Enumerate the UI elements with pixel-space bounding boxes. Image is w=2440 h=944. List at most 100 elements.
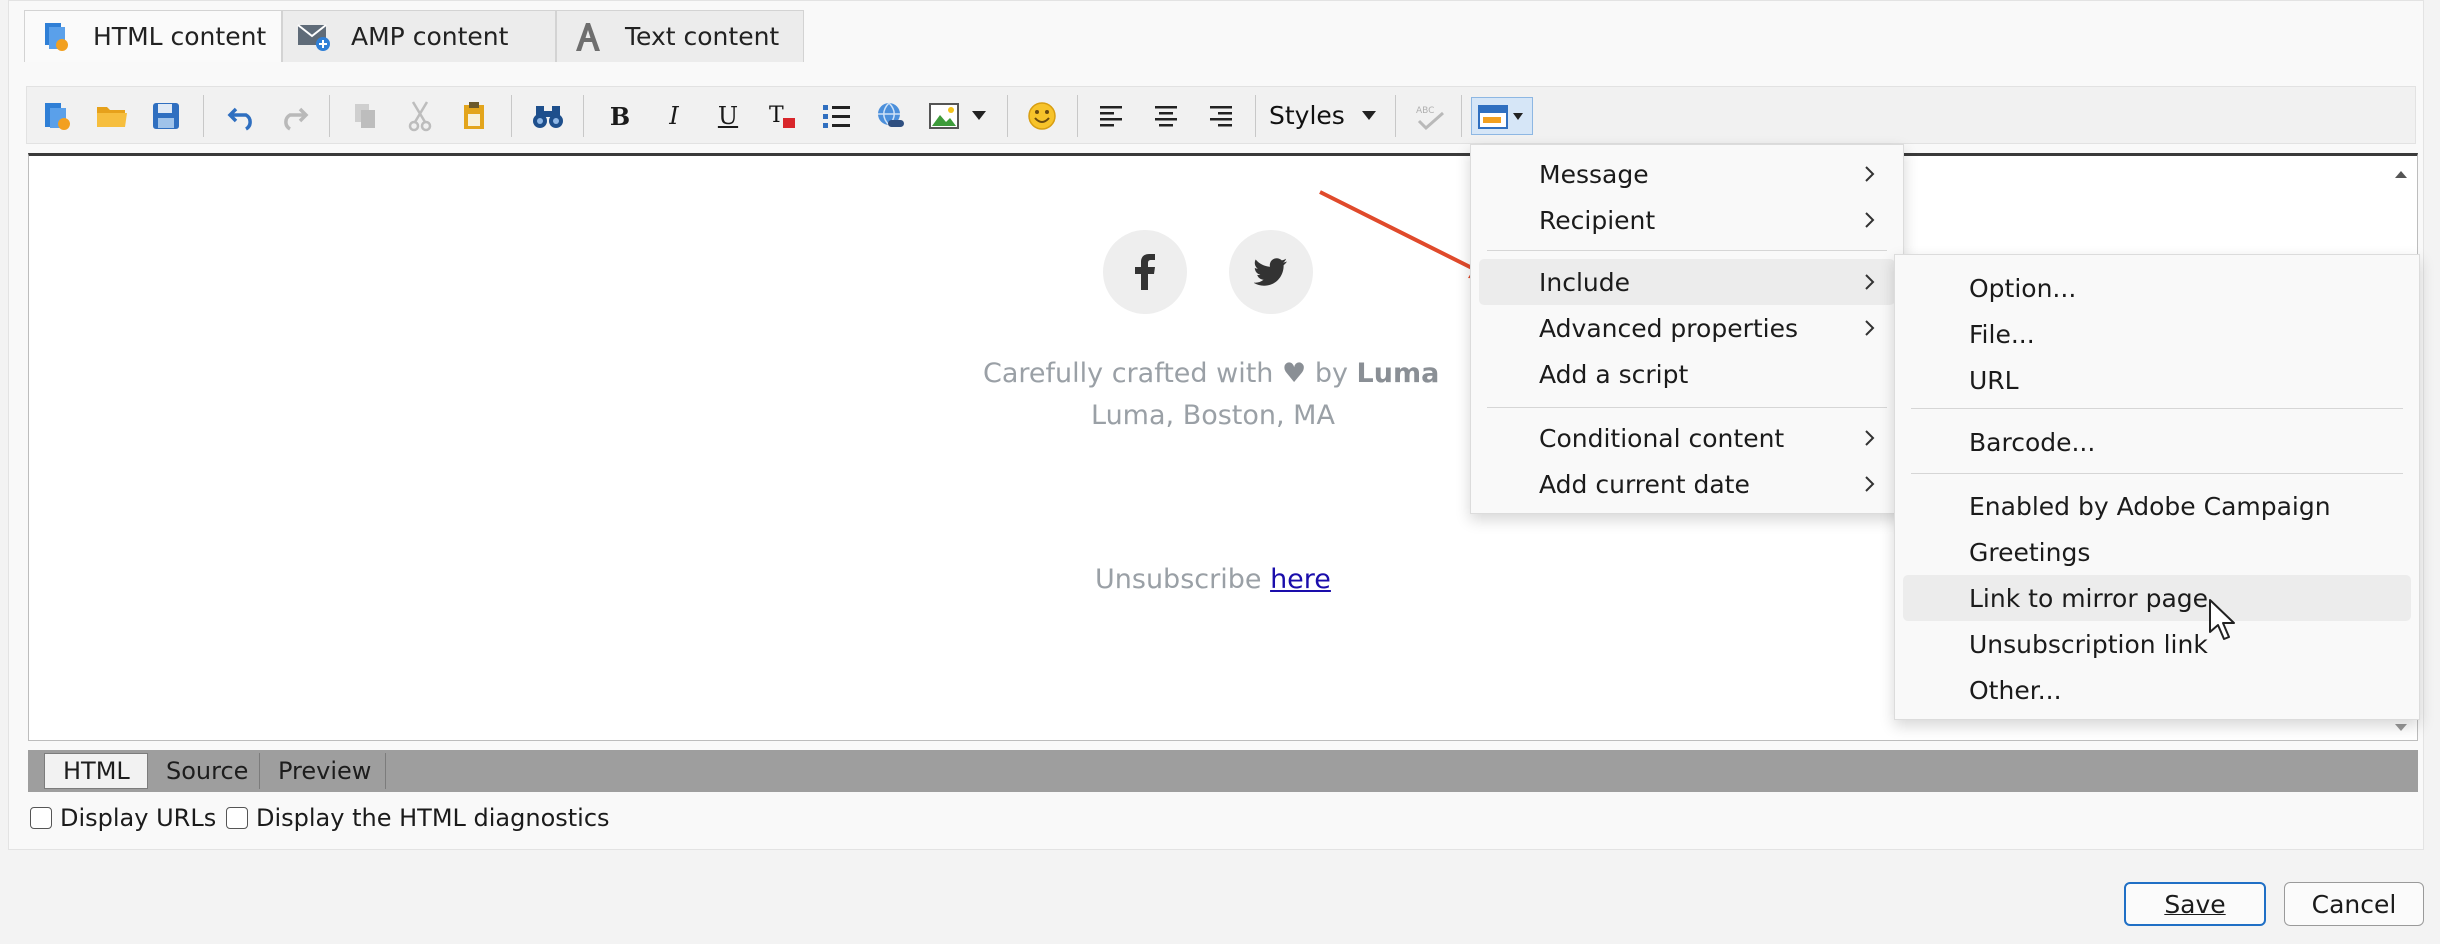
html-content-icon <box>39 20 73 54</box>
align-left-icon[interactable] <box>1093 97 1131 135</box>
toolbar-separator <box>1255 95 1256 137</box>
footer-address: Luma, Boston, MA <box>1091 400 1335 431</box>
heart-icon: ♥ <box>1282 358 1307 389</box>
tab-label: HTML content <box>93 22 267 51</box>
menu-item-label: URL <box>1969 365 2019 395</box>
insert-image-icon[interactable] <box>925 97 963 135</box>
checkbox-box[interactable] <box>226 807 248 829</box>
svg-text:T: T <box>769 103 784 128</box>
tab-text-content[interactable]: Text content <box>556 10 804 62</box>
chevron-right-icon <box>1865 430 1875 446</box>
tab-source[interactable]: Source <box>148 753 260 789</box>
menu-item-label: Barcode... <box>1969 427 2096 457</box>
display-html-diagnostics-checkbox[interactable]: Display the HTML diagnostics <box>226 804 610 832</box>
unsubscribe-link[interactable]: here <box>1270 564 1331 595</box>
menu-item-label: Add current date <box>1539 469 1750 499</box>
footer-crafted-line: Carefully crafted with ♥ by Luma <box>983 358 1439 389</box>
facebook-icon[interactable] <box>1103 230 1187 314</box>
personalization-fields-button[interactable] <box>1471 97 1533 135</box>
amp-envelope-icon <box>297 20 331 54</box>
menu-separator <box>1487 407 1887 408</box>
underline-icon[interactable]: U <box>709 97 747 135</box>
menu-item-message[interactable]: Message <box>1479 151 1895 197</box>
chevron-right-icon <box>1865 166 1875 182</box>
tab-amp-content[interactable]: AMP content <box>282 10 556 62</box>
menu-separator <box>1487 250 1887 251</box>
submenu-item-greetings[interactable]: Greetings <box>1903 529 2411 575</box>
paste-icon[interactable] <box>455 97 493 135</box>
menu-separator <box>1911 473 2403 474</box>
styles-dropdown[interactable]: Styles <box>1269 101 1345 130</box>
menu-item-include[interactable]: Include <box>1479 259 1895 305</box>
chevron-right-icon <box>1865 476 1875 492</box>
italic-icon[interactable]: I <box>655 97 693 135</box>
toolbar-separator <box>1077 95 1078 137</box>
text-color-icon[interactable]: T <box>763 97 801 135</box>
submenu-item-link-to-mirror-page[interactable]: Link to mirror page <box>1903 575 2411 621</box>
menu-item-label: Message <box>1539 159 1649 189</box>
cut-icon <box>401 97 439 135</box>
menu-item-label: File... <box>1969 319 2035 349</box>
footer-brand: Luma <box>1356 358 1440 389</box>
chevron-right-icon <box>1865 212 1875 228</box>
checkbox-box[interactable] <box>30 807 52 829</box>
bullet-list-icon[interactable] <box>817 97 855 135</box>
menu-item-label: Recipient <box>1539 205 1656 235</box>
cancel-button[interactable]: Cancel <box>2284 882 2424 926</box>
unsubscribe-line: Unsubscribe here <box>1095 564 1331 595</box>
insert-menu: Message Recipient Include Advanced prope… <box>1470 144 1904 514</box>
submenu-item-barcode[interactable]: Barcode... <box>1903 419 2411 465</box>
checkbox-label: Display URLs <box>60 804 217 832</box>
image-dropdown-icon[interactable] <box>967 97 991 135</box>
new-document-icon[interactable] <box>39 97 77 135</box>
tab-html-content[interactable]: HTML content <box>24 10 282 62</box>
align-right-icon[interactable] <box>1201 97 1239 135</box>
toolbar-separator <box>511 95 512 137</box>
submenu-item-other[interactable]: Other... <box>1903 667 2411 713</box>
tab-label: Text content <box>625 22 780 51</box>
menu-item-label: Conditional content <box>1539 423 1785 453</box>
styles-dropdown-chevron-icon[interactable] <box>1357 97 1381 135</box>
menu-item-label: Add a script <box>1539 359 1689 389</box>
insert-link-icon[interactable] <box>871 97 909 135</box>
include-submenu: Option... File... URL Barcode... Enabled… <box>1894 254 2420 720</box>
unsubscribe-text: Unsubscribe <box>1095 564 1262 595</box>
align-center-icon[interactable] <box>1147 97 1185 135</box>
open-folder-icon[interactable] <box>93 97 131 135</box>
display-urls-checkbox[interactable]: Display URLs <box>30 804 216 832</box>
menu-item-add-a-script[interactable]: Add a script <box>1479 351 1895 397</box>
tab-html[interactable]: HTML <box>44 753 148 789</box>
emoji-icon[interactable] <box>1023 97 1061 135</box>
submenu-item-enabled-by-adobe-campaign[interactable]: Enabled by Adobe Campaign <box>1903 483 2411 529</box>
menu-item-label: Other... <box>1969 675 2062 705</box>
save-button[interactable]: Save <box>2124 882 2266 926</box>
menu-item-advanced-properties[interactable]: Advanced properties <box>1479 305 1895 351</box>
menu-item-add-current-date[interactable]: Add current date <box>1479 461 1895 507</box>
save-disk-icon[interactable] <box>147 97 185 135</box>
twitter-icon[interactable] <box>1229 230 1313 314</box>
submenu-item-option[interactable]: Option... <box>1903 265 2411 311</box>
submenu-item-file[interactable]: File... <box>1903 311 2411 357</box>
tab-preview[interactable]: Preview <box>260 753 386 789</box>
menu-item-label: Option... <box>1969 273 2077 303</box>
submenu-item-url[interactable]: URL <box>1903 357 2411 403</box>
mouse-cursor-icon <box>2209 599 2235 640</box>
menu-item-label: Include <box>1539 267 1631 297</box>
view-mode-tabs: HTML Source Preview <box>28 750 2418 792</box>
menu-item-conditional-content[interactable]: Conditional content <box>1479 415 1895 461</box>
undo-icon[interactable] <box>223 97 261 135</box>
save-button-label: Save <box>2164 889 2226 919</box>
toolbar-separator <box>1395 95 1396 137</box>
menu-item-recipient[interactable]: Recipient <box>1479 197 1895 243</box>
menu-item-label: Link to mirror page <box>1969 583 2209 613</box>
chevron-right-icon <box>1865 320 1875 336</box>
submenu-item-unsubscription-link[interactable]: Unsubscription link <box>1903 621 2411 667</box>
menu-item-label: Greetings <box>1969 537 2091 567</box>
toolbar-separator <box>1461 95 1462 137</box>
toolbar-separator <box>203 95 204 137</box>
find-binoculars-icon[interactable] <box>529 97 567 135</box>
redo-icon <box>275 97 313 135</box>
bold-icon[interactable]: B <box>601 97 639 135</box>
menu-item-label: Unsubscription link <box>1969 629 2208 659</box>
tab-label: AMP content <box>351 22 509 51</box>
